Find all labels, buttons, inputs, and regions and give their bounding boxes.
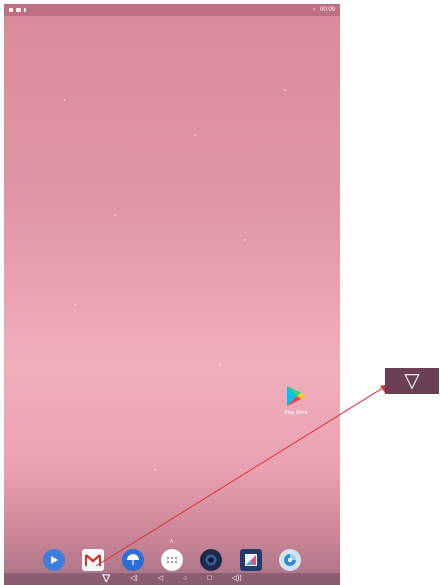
zoomed-triangle-callout: ▽ <box>385 368 439 394</box>
annotation-arrow <box>95 384 389 567</box>
